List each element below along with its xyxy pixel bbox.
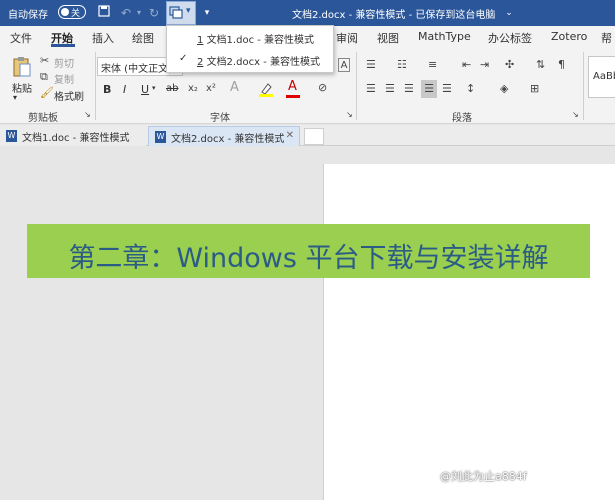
tab-review[interactable]: 审阅 [336,30,358,46]
highlight-icon[interactable] [258,81,274,101]
shading-icon[interactable]: ◈ [500,82,508,96]
paste-icon[interactable] [12,56,32,77]
numbering-icon[interactable]: ☷ [397,58,407,72]
show-marks-icon[interactable]: ¶ [558,58,565,72]
font-group-label: 字体 [210,113,230,124]
chapter-title: 第二章：Windows 平台下载与安装详解 [68,243,549,274]
autosave-label: 自动保存 [8,10,48,21]
chapter-banner: 第二章：Windows 平台下载与安装详解 [27,224,590,278]
switch-windows-icon [169,6,183,23]
save-icon[interactable] [95,4,113,22]
format-painter-label[interactable]: 格式刷 [54,88,84,103]
font-color-glyph: A [288,79,297,94]
switch-window-item-2[interactable]: ✓ 2 文档2.docx - 兼容性模式 [167,50,333,70]
menu-item-label: 文档1.doc - 兼容性模式 [206,35,315,46]
sort-icon[interactable]: ⇅ [536,58,545,72]
menu-item-index: 1 [197,35,204,46]
font-color-bar [286,95,300,98]
tab-file[interactable]: 文件 [10,30,32,46]
font-launcher-icon[interactable]: ↘ [346,108,353,122]
superscript-icon[interactable]: x² [206,82,216,96]
tab-zotero[interactable]: Zotero [551,30,587,43]
paste-dropdown-icon[interactable]: ▾ [13,93,17,102]
checkmark-icon: ✓ [179,53,188,64]
autosave-state: 关 [71,9,81,19]
menu-item-label: 文档2.docx - 兼容性模式 [206,57,320,68]
multilevel-list-icon[interactable]: ≡ [428,58,437,72]
font-color-icon[interactable]: A [288,80,297,94]
close-icon[interactable]: ✕ [286,130,294,141]
tab-draw[interactable]: 绘图 [132,30,154,46]
tab-insert[interactable]: 插入 [92,30,114,46]
cut-icon[interactable]: ✂ [40,54,49,68]
italic-button[interactable]: I [123,83,126,96]
copy-icon[interactable]: ⧉ [40,70,48,84]
borders-icon[interactable]: ⊞ [530,82,539,96]
tab-mathtype[interactable]: MathType [418,30,471,43]
word-doc-icon: W [155,131,166,143]
menu-item-index: 2 [197,57,204,68]
document-tab-strip: W 文档1.doc - 兼容性模式 W 文档2.docx - 兼容性模式 ✕ [0,125,615,146]
styles-gallery[interactable]: AaBb [588,56,615,98]
tab-office-tab[interactable]: 办公标签 [488,30,532,46]
paragraph-launcher-icon[interactable]: ↘ [572,108,579,122]
increase-indent-icon[interactable]: ⇥ [480,58,489,72]
underline-dropdown-icon[interactable]: ▾ [152,84,156,92]
cut-label[interactable]: 剪切 [54,55,74,70]
doc-tab-2[interactable]: W 文档2.docx - 兼容性模式 ✕ [148,126,300,146]
switch-windows-button[interactable]: ▾ [166,1,196,25]
ribbon-separator [583,52,584,120]
word-doc-icon: W [6,130,17,142]
doc-tab-label: 文档2.docx - 兼容性模式 [171,134,285,145]
redo-icon[interactable]: ↻ [145,4,163,22]
align-center-icon[interactable]: ☰ [385,82,395,96]
toggle-knob [61,8,69,16]
tab-help[interactable]: 帮 [601,30,612,46]
distributed-icon[interactable]: ☰ [442,82,452,96]
switch-windows-menu: 1 文档1.doc - 兼容性模式 ✓ 2 文档2.docx - 兼容性模式 [166,25,334,73]
bullets-icon[interactable]: ☰ [366,58,376,72]
clipboard-group-label: 剪贴板 [28,113,58,124]
ribbon-separator [95,52,96,120]
align-left-icon[interactable]: ☰ [366,82,376,96]
title-bar: 自动保存 关 ↶ ▾ ↻ ▾ ▾ 文档2.docx - 兼容性模式 - 已保存到… [0,0,615,26]
title-chevron-icon[interactable]: ⌄ [500,4,518,22]
style-sample: AaBb [593,71,615,82]
window-title: 文档2.docx - 兼容性模式 - 已保存到这台电脑 [292,10,496,21]
customize-toolbar-icon[interactable]: ▾ [198,4,216,22]
format-painter-icon[interactable]: 🖌 [40,86,54,100]
active-tab-underline [51,44,75,47]
copy-label[interactable]: 复制 [54,71,74,86]
doc-tab-label: 文档1.doc - 兼容性模式 [22,133,130,144]
chevron-down-icon: ▾ [186,6,191,16]
text-effects-icon[interactable]: A [230,81,239,95]
paragraph-group-label: 段落 [452,113,472,124]
autosave-toggle[interactable]: 关 [58,5,86,19]
doc-tab-1[interactable]: W 文档1.doc - 兼容性模式 [0,126,146,146]
subscript-icon[interactable]: x₂ [188,82,198,96]
ribbon-separator [356,52,357,120]
bold-button[interactable]: B [103,83,111,96]
document-page[interactable] [323,164,615,500]
chinese-layout-icon[interactable]: ✣ [505,58,514,72]
underline-button[interactable]: U [141,83,149,96]
clipboard-launcher-icon[interactable]: ↘ [84,108,91,122]
switch-window-item-1[interactable]: 1 文档1.doc - 兼容性模式 [167,28,333,48]
strikethrough-button[interactable]: ab [166,83,178,94]
font-name-value: 宋体 (中文正文) [101,64,172,75]
justify-icon[interactable]: ☰ [421,80,437,98]
decrease-indent-icon[interactable]: ⇤ [462,58,471,72]
line-spacing-icon[interactable]: ↕ [466,82,475,96]
new-tab-button[interactable] [304,128,324,145]
align-right-icon[interactable]: ☰ [404,82,414,96]
char-border-icon[interactable]: A [338,58,350,72]
clear-formatting-icon[interactable]: ⊘ [318,81,327,95]
tab-view[interactable]: 视图 [377,30,399,46]
watermark: @刘此为止a884f [440,470,527,483]
